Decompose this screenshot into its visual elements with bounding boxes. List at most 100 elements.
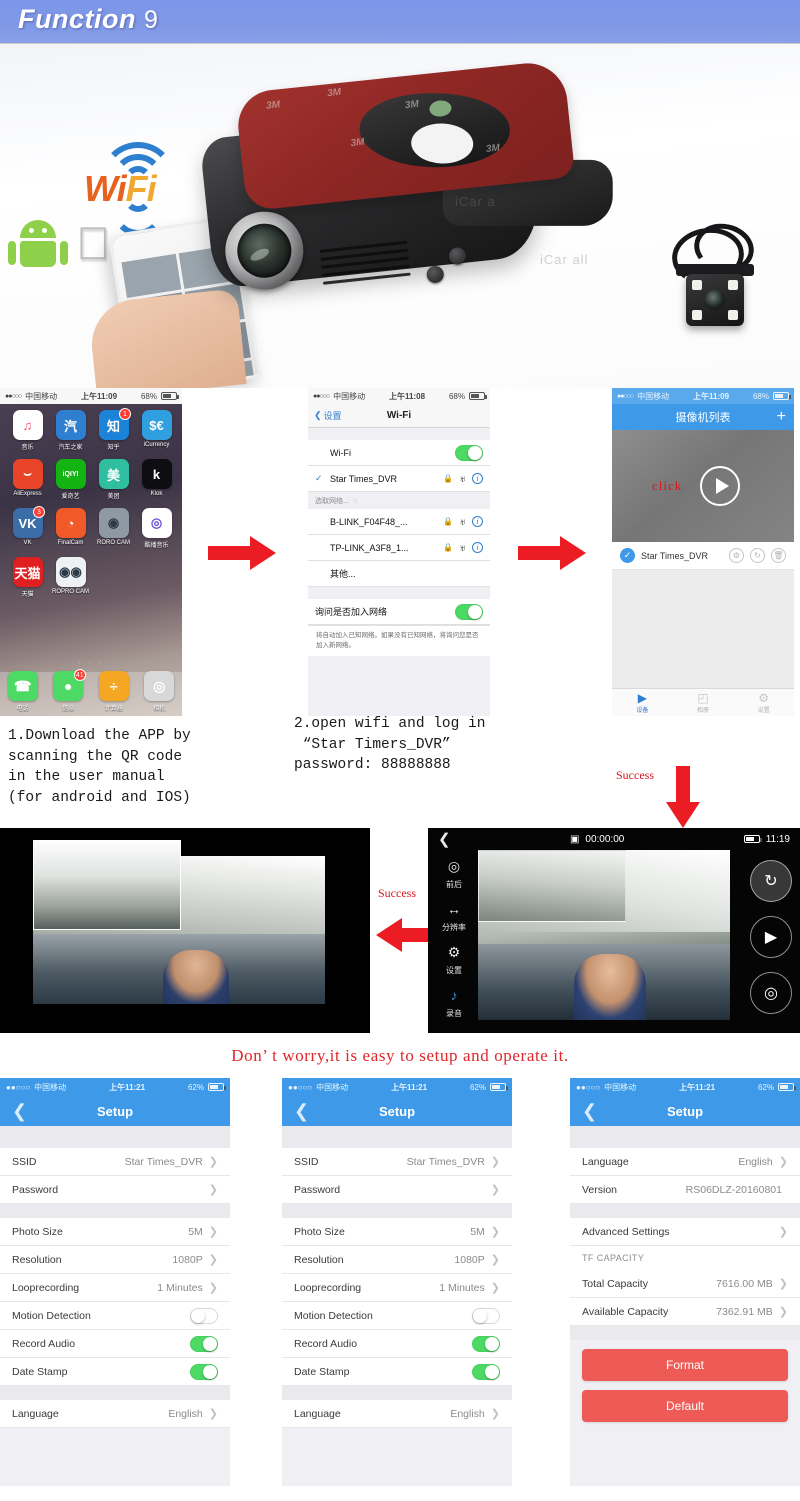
dock-glyph: ÷ — [98, 671, 129, 701]
app-icon-汽车之家[interactable]: 汽汽车之家 — [49, 410, 92, 451]
row-label: Photo Size — [12, 1225, 63, 1238]
setting-row-date-stamp[interactable]: Date Stamp — [282, 1358, 512, 1386]
row-toggle[interactable] — [190, 1363, 218, 1380]
setting-row-looprecording[interactable]: Looprecording 1 Minutes ❯ — [0, 1274, 230, 1302]
setting-row-record-audio[interactable]: Record Audio — [282, 1330, 512, 1358]
dock-icon-计算器[interactable]: ÷ 计算器 — [92, 671, 135, 712]
device-delete-icon[interactable]: 🗑 — [771, 548, 786, 563]
back-button[interactable]: ❮ — [294, 1101, 309, 1122]
carrier-label: 中国移动 — [637, 391, 670, 401]
page-title: Function 9 — [18, 4, 158, 35]
list-gap — [570, 1326, 800, 1340]
wifi-network-row[interactable]: B-LINK_F04F48_... 🔒 ♅ i — [308, 509, 490, 535]
info-icon[interactable]: i — [472, 542, 483, 553]
setting-row-looprecording[interactable]: Looprecording 1 Minutes ❯ — [282, 1274, 512, 1302]
app-icon-Klok[interactable]: k Klok — [135, 459, 178, 500]
row-label: Language — [294, 1407, 341, 1420]
wifi-toggle-row[interactable]: Wi-Fi — [308, 440, 490, 466]
viewfinder-back-button[interactable]: ❮ — [438, 830, 451, 848]
ask-to-join-row[interactable]: 询问是否加入网络 — [308, 599, 490, 625]
wifi-logo-wi: Wi — [84, 168, 127, 209]
setting-row-total-capacity[interactable]: Total Capacity 7616.00 MB ❯ — [570, 1270, 800, 1298]
add-camera-button[interactable]: + — [777, 408, 786, 426]
dock-icon-相机[interactable]: ◎ 相机 — [138, 671, 181, 712]
setting-row-ssid[interactable]: SSID Star Times_DVR ❯ — [282, 1148, 512, 1176]
tab-相册[interactable]: ◰ 相册 — [673, 691, 734, 714]
setting-row-resolution[interactable]: Resolution 1080P ❯ — [0, 1246, 230, 1274]
setting-row-language[interactable]: Language English ❯ — [282, 1400, 512, 1428]
setting-row-date-stamp[interactable]: Date Stamp — [0, 1358, 230, 1386]
control-label: 录音 — [446, 1009, 462, 1018]
wifi-network-row[interactable]: TP-LINK_A3F8_1... 🔒 ♅ i — [308, 535, 490, 561]
dock-icon-电话[interactable]: ☎ 电话 — [1, 671, 44, 712]
setting-row-record-audio[interactable]: Record Audio — [0, 1330, 230, 1358]
ask-to-join-toggle[interactable] — [455, 603, 483, 620]
app-icon-音乐[interactable]: ♫ 音乐 — [6, 410, 49, 451]
app-icon-美团[interactable]: 美美团 — [92, 459, 135, 500]
tab-设备[interactable]: ▶ 设备 — [612, 691, 673, 714]
tab-设置[interactable]: ⚙ 设置 — [733, 691, 794, 714]
setting-row-motion-detection[interactable]: Motion Detection — [282, 1302, 512, 1330]
home-dock: ☎ 电话 ● 信息 41 ÷ 计算器 ◎ 相机 — [0, 669, 182, 716]
row-toggle[interactable] — [190, 1335, 218, 1352]
app-icon-FinalCam[interactable]: ◔ FinalCam — [49, 508, 92, 549]
setting-row-photo-size[interactable]: Photo Size 5M ❯ — [0, 1218, 230, 1246]
app-label: 天猫 — [21, 592, 34, 598]
app-icon-天猫[interactable]: 天猫 天猫 — [6, 557, 49, 598]
setting-row-ssid[interactable]: SSID Star Times_DVR ❯ — [0, 1148, 230, 1176]
rear-camera-lens — [705, 290, 725, 310]
back-button[interactable]: ❮ — [12, 1101, 27, 1122]
setting-row-password[interactable]: Password ❯ — [0, 1176, 230, 1204]
row-label: Language — [12, 1407, 59, 1420]
format-button[interactable]: Format — [582, 1349, 788, 1381]
viewfinder-control-录音[interactable]: ♪ 录音 — [434, 987, 474, 1021]
connected-network-row[interactable]: ✓ Star Times_DVR 🔒 ♅ i — [308, 466, 490, 492]
success-label-vertical: Success — [616, 768, 654, 782]
setting-row-password[interactable]: Password ❯ — [282, 1176, 512, 1204]
app-icon-知乎[interactable]: 知知乎 1 — [92, 408, 135, 451]
wifi-toggle[interactable] — [455, 444, 483, 461]
viewfinder-control-前后[interactable]: ◎ 前后 — [434, 858, 474, 892]
setting-row-available-capacity[interactable]: Available Capacity 7362.91 MB ❯ — [570, 1298, 800, 1326]
app-icon-酷播音乐[interactable]: ◎ 酷播音乐 — [135, 508, 178, 549]
app-icon-iCurrency[interactable]: $€ iCurrency — [135, 410, 178, 451]
app-glyph: 汽 — [55, 410, 86, 440]
viewfinder-control-设置[interactable]: ⚙ 设置 — [434, 944, 474, 978]
setting-row-language[interactable]: Language English ❯ — [0, 1400, 230, 1428]
setting-row-photo-size[interactable]: Photo Size 5M ❯ — [282, 1218, 512, 1246]
record-video-button[interactable]: ▶ — [750, 916, 792, 958]
row-toggle[interactable] — [472, 1335, 500, 1352]
device-settings-icon[interactable]: ⚙ — [729, 548, 744, 563]
app-icon-RORO CAM[interactable]: ◉ RORO CAM — [92, 508, 135, 549]
setting-row-resolution[interactable]: Resolution 1080P ❯ — [282, 1246, 512, 1274]
viewfinder-control-分辨率[interactable]: ↔ 分辨率 — [434, 901, 474, 935]
row-toggle[interactable] — [472, 1307, 500, 1324]
app-icon-AliExpress[interactable]: ⌣ AliExpress — [6, 459, 49, 500]
info-icon[interactable]: i — [472, 473, 483, 484]
app-icon-爱奇艺[interactable]: iQIYI 爱奇艺 — [49, 459, 92, 500]
app-icon-VK[interactable]: VK VK 3 — [6, 506, 49, 549]
row-label: Record Audio — [12, 1337, 76, 1350]
battery-percent: 62% — [469, 1082, 486, 1092]
app-icon-ROPRO CAM[interactable]: ◉◉ ROPRO CAM — [49, 557, 92, 598]
wifi-network-row[interactable]: 其他... — [308, 561, 490, 587]
setting-row-version[interactable]: Version RS06DLZ-20160801 — [570, 1176, 800, 1204]
setting-row-advanced-settings[interactable]: Advanced Settings ❯ — [570, 1218, 800, 1246]
camera-preview-thumbnail[interactable]: click — [612, 430, 794, 542]
setting-row-language[interactable]: Language English ❯ — [570, 1148, 800, 1176]
switch-camera-button[interactable]: ↻ — [750, 860, 792, 902]
row-toggle[interactable] — [190, 1307, 218, 1324]
info-icon[interactable]: i — [472, 516, 483, 527]
row-value: English — [168, 1407, 203, 1420]
default-button[interactable]: Default — [582, 1390, 788, 1422]
play-button[interactable] — [700, 466, 740, 506]
camera-device-row[interactable]: ✓ Star Times_DVR ⚙ ↻ 🗑 — [612, 542, 794, 570]
dock-icon-信息[interactable]: ● 信息 41 — [47, 669, 90, 712]
take-photo-button[interactable]: ◎ — [750, 972, 792, 1014]
back-button[interactable]: ❮ — [582, 1101, 597, 1122]
row-toggle[interactable] — [472, 1363, 500, 1380]
setting-row-motion-detection[interactable]: Motion Detection — [0, 1302, 230, 1330]
device-refresh-icon[interactable]: ↻ — [750, 548, 765, 563]
android-head — [20, 220, 56, 238]
status-time: 上午11:09 — [693, 391, 730, 401]
